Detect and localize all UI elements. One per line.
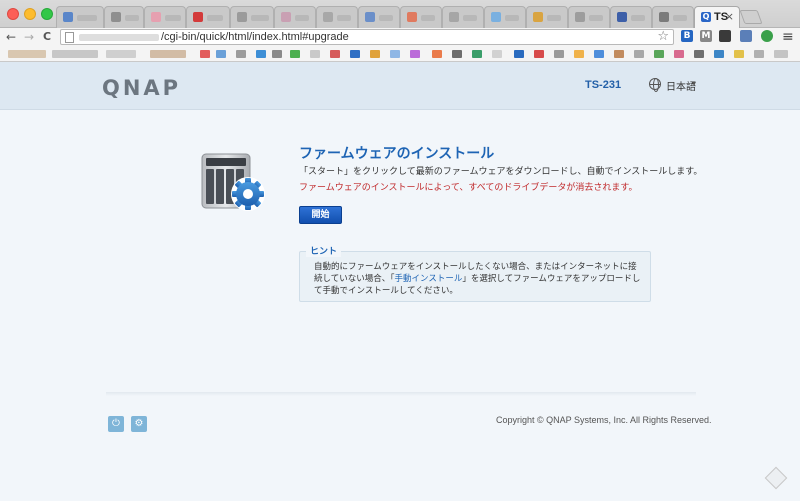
bookmark-item[interactable] — [410, 50, 420, 58]
browser-tab[interactable] — [610, 6, 652, 28]
qnap-favicon: Q — [701, 12, 711, 22]
browser-tab[interactable] — [652, 6, 694, 28]
address-bar[interactable]: /cgi-bin/quick/html/index.html#upgrade ☆ — [60, 29, 674, 45]
bookmarks-bar — [0, 46, 800, 62]
bookmark-item[interactable] — [574, 50, 584, 58]
page-header: QNAP TS-231 日本語 ▾ — [0, 62, 800, 110]
corner-extension-icon[interactable] — [764, 466, 788, 490]
url-host-obscured — [79, 34, 159, 41]
bookmark-item[interactable] — [52, 50, 98, 58]
mail-icon[interactable]: M — [700, 30, 712, 42]
bookmark-item[interactable] — [8, 50, 46, 58]
share-icon[interactable] — [740, 30, 752, 42]
bookmark-item[interactable] — [272, 50, 282, 58]
bookmark-item[interactable] — [534, 50, 544, 58]
bookmark-item[interactable] — [432, 50, 442, 58]
browser-tab[interactable] — [358, 6, 400, 28]
bookmark-item[interactable] — [694, 50, 704, 58]
device-model: TS-231 — [585, 79, 622, 91]
bookmark-item[interactable] — [774, 50, 788, 58]
browser-tab[interactable] — [144, 6, 186, 28]
page-title: ファームウェアのインストール — [299, 146, 495, 162]
bookmark-item[interactable] — [452, 50, 462, 58]
back-arrow-icon[interactable]: ← — [6, 28, 16, 46]
browser-tab[interactable] — [274, 6, 316, 28]
forward-arrow-icon[interactable]: → — [24, 28, 34, 46]
bookmark-item[interactable] — [150, 50, 186, 58]
bookmark-item[interactable] — [256, 50, 266, 58]
hint-text: 自動的にファームウェアをインストールしたくない場合、またはインターネットに接続し… — [314, 261, 644, 297]
bookmark-star-icon[interactable]: ☆ — [657, 29, 669, 44]
reload-icon[interactable]: C — [43, 28, 51, 46]
footer-divider — [106, 392, 696, 396]
bookmark-item[interactable] — [734, 50, 744, 58]
browser-tab[interactable] — [400, 6, 442, 28]
manual-install-link[interactable]: 手動インストール — [395, 274, 463, 284]
bookmark-item[interactable] — [674, 50, 684, 58]
bookmark-item[interactable] — [106, 50, 136, 58]
active-browser-tab[interactable]: Q TS × — [694, 6, 740, 28]
globe-icon — [649, 78, 661, 92]
url-text: /cgi-bin/quick/html/index.html#upgrade — [161, 31, 349, 43]
menu-icon[interactable]: ≡ — [782, 28, 794, 46]
bookmark-item[interactable] — [236, 50, 246, 58]
browser-tab[interactable] — [442, 6, 484, 28]
chevron-down-icon: ▾ — [692, 79, 697, 88]
start-button[interactable]: 開始 — [299, 206, 342, 224]
bookmark-item[interactable] — [200, 50, 210, 58]
qnap-logo: QNAP — [102, 76, 182, 100]
bookmark-item[interactable] — [216, 50, 226, 58]
close-window-button[interactable] — [7, 8, 19, 20]
tab-close-icon[interactable]: × — [725, 10, 734, 23]
bookmark-item[interactable] — [714, 50, 724, 58]
bookmark-item[interactable] — [754, 50, 764, 58]
extension-icon[interactable] — [719, 30, 731, 42]
bookmark-item[interactable] — [594, 50, 604, 58]
install-description: 「スタート」をクリックして最新のファームウェアをダウンロードし、自動でインストー… — [299, 167, 703, 177]
bookmark-item[interactable] — [310, 50, 320, 58]
nas-device-icon — [201, 153, 265, 211]
bookmark-item[interactable] — [614, 50, 624, 58]
evernote-icon[interactable] — [761, 30, 773, 42]
browser-tab[interactable] — [316, 6, 358, 28]
minimize-window-button[interactable] — [24, 8, 36, 20]
data-erase-warning: ファームウェアのインストールによって、すべてのドライブデータが消去されます。 — [299, 183, 638, 193]
bookmark-item[interactable] — [554, 50, 564, 58]
zoom-window-button[interactable] — [41, 8, 53, 20]
bookmark-item[interactable] — [290, 50, 300, 58]
settings-gear-icon[interactable]: ⚙ — [131, 416, 147, 432]
bookmark-item[interactable] — [634, 50, 644, 58]
browser-tab[interactable] — [186, 6, 230, 28]
browser-tab[interactable] — [230, 6, 274, 28]
copyright: Copyright © QNAP Systems, Inc. All Right… — [496, 415, 712, 425]
new-tab-button[interactable] — [739, 10, 763, 24]
bookmark-item[interactable] — [654, 50, 664, 58]
browser-tab[interactable] — [56, 6, 104, 28]
bookmark-item[interactable] — [350, 50, 360, 58]
browser-tab-bar: Q TS × — [0, 0, 800, 28]
page-icon — [65, 32, 74, 43]
power-icon[interactable]: ⏻ — [108, 416, 124, 432]
browser-toolbar: ← → C /cgi-bin/quick/html/index.html#upg… — [0, 28, 800, 46]
bookmark-item[interactable] — [370, 50, 380, 58]
bookmark-item[interactable] — [492, 50, 502, 58]
browser-tab[interactable] — [526, 6, 568, 28]
browser-tab[interactable] — [568, 6, 610, 28]
browser-tab[interactable] — [104, 6, 144, 28]
hint-title: ヒント — [306, 244, 342, 257]
bookmark-item[interactable] — [514, 50, 524, 58]
bookmark-item[interactable] — [472, 50, 482, 58]
bookmark-item[interactable] — [390, 50, 400, 58]
hatena-bookmark-icon[interactable]: B — [681, 30, 693, 42]
bookmark-item[interactable] — [330, 50, 340, 58]
browser-tab[interactable] — [484, 6, 526, 28]
